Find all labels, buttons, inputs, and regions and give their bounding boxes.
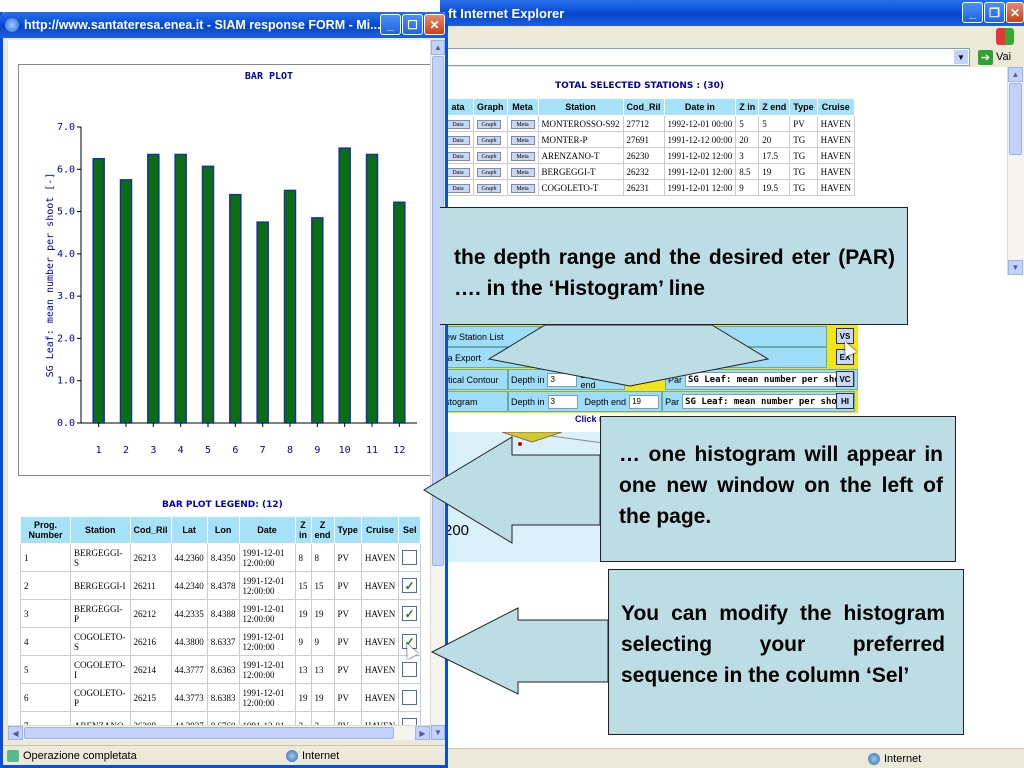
callout-2: … one histogram will appear in one new w… <box>600 416 956 562</box>
callout-1: the depth range and the desired eter (PA… <box>440 207 908 325</box>
callout-3: You can modify the histogram selecting y… <box>608 569 964 735</box>
callout-2-arrow <box>423 436 601 544</box>
callout-3-arrow <box>430 607 609 695</box>
callout-1-pointer <box>487 324 770 387</box>
